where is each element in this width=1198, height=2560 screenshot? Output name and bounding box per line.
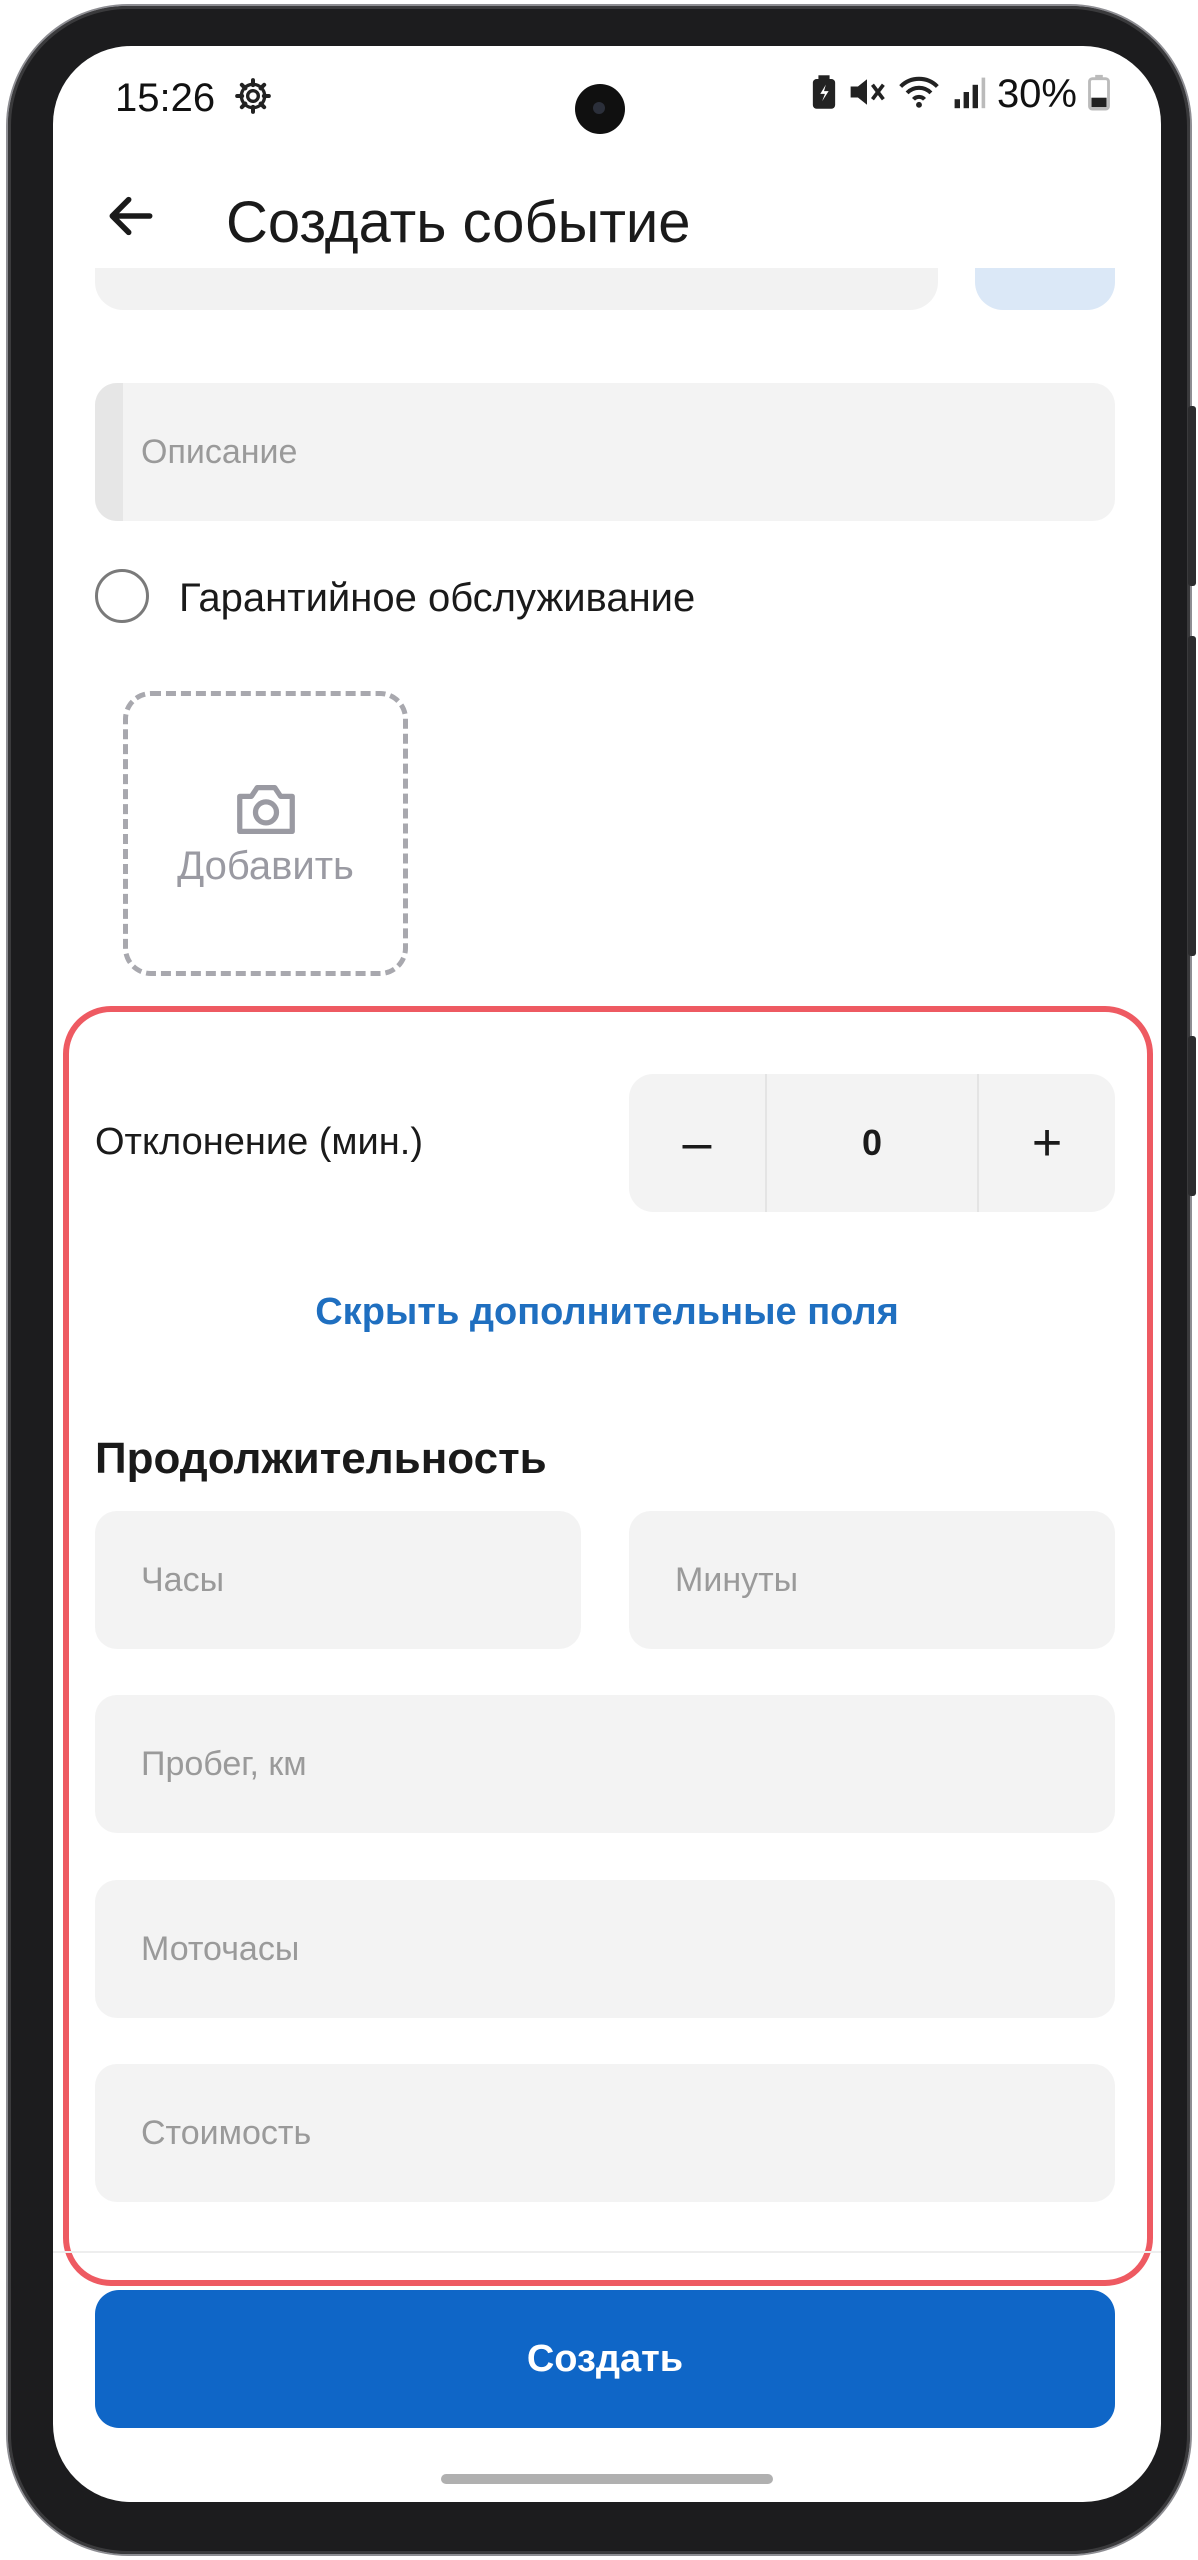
signal-icon xyxy=(951,73,987,116)
hours-placeholder: Часы xyxy=(141,1560,225,1599)
partial-chip[interactable] xyxy=(975,268,1115,310)
minutes-input[interactable]: Минуты xyxy=(629,1511,1115,1649)
description-placeholder: Описание xyxy=(141,432,298,471)
wifi-icon xyxy=(897,73,941,116)
hide-extra-fields-link[interactable]: Скрыть дополнительные поля xyxy=(53,1291,1161,1334)
phone-side-button xyxy=(1188,406,1196,586)
deviation-stepper: – 0 + xyxy=(629,1074,1115,1212)
increment-button[interactable]: + xyxy=(979,1074,1115,1212)
warranty-label[interactable]: Гарантийное обслуживание xyxy=(179,576,695,621)
phone-side-button xyxy=(1188,1036,1196,1196)
engine-hours-input[interactable]: Моточасы xyxy=(95,1880,1115,2018)
mileage-input[interactable]: Пробег, км xyxy=(95,1695,1115,1833)
battery-saver-icon xyxy=(811,73,837,116)
battery-percent: 30% xyxy=(996,72,1077,116)
cost-placeholder: Стоимость xyxy=(141,2113,312,2152)
warranty-radio[interactable] xyxy=(95,569,149,623)
create-button[interactable]: Создать xyxy=(95,2290,1115,2428)
arrow-left-icon xyxy=(109,196,153,236)
mileage-placeholder: Пробег, км xyxy=(141,1744,307,1783)
deviation-value[interactable]: 0 xyxy=(765,1074,979,1212)
status-time: 15:26 xyxy=(115,76,216,120)
duration-title: Продолжительность xyxy=(95,1434,547,1483)
app-screen: 15:26 30% Создать событие Описание Гаран… xyxy=(53,46,1161,2502)
back-button[interactable] xyxy=(103,188,159,249)
description-field[interactable]: Описание xyxy=(95,383,1115,521)
minutes-placeholder: Минуты xyxy=(675,1560,799,1599)
add-photo-label: Добавить xyxy=(177,844,354,888)
partial-input-field[interactable] xyxy=(95,268,938,310)
engine-hours-placeholder: Моточасы xyxy=(141,1929,300,1968)
front-camera xyxy=(575,84,625,134)
battery-icon xyxy=(1087,73,1111,116)
phone-side-button xyxy=(1188,636,1196,956)
cost-input[interactable]: Стоимость xyxy=(95,2064,1115,2202)
phone-frame: 15:26 30% Создать событие Описание Гаран… xyxy=(8,6,1196,2554)
camera-icon xyxy=(236,784,295,834)
add-photo-button[interactable]: Добавить xyxy=(123,691,408,976)
home-indicator[interactable] xyxy=(441,2474,773,2484)
hours-input[interactable]: Часы xyxy=(95,1511,581,1649)
deviation-label: Отклонение (мин.) xyxy=(95,1121,423,1163)
mute-icon xyxy=(847,73,887,116)
gear-icon xyxy=(233,76,273,121)
status-icons: 30% xyxy=(811,72,1111,117)
footer-divider xyxy=(53,2251,1161,2253)
description-field-accent xyxy=(95,383,123,521)
page-title: Создать событие xyxy=(226,190,691,255)
decrement-button[interactable]: – xyxy=(629,1074,765,1212)
